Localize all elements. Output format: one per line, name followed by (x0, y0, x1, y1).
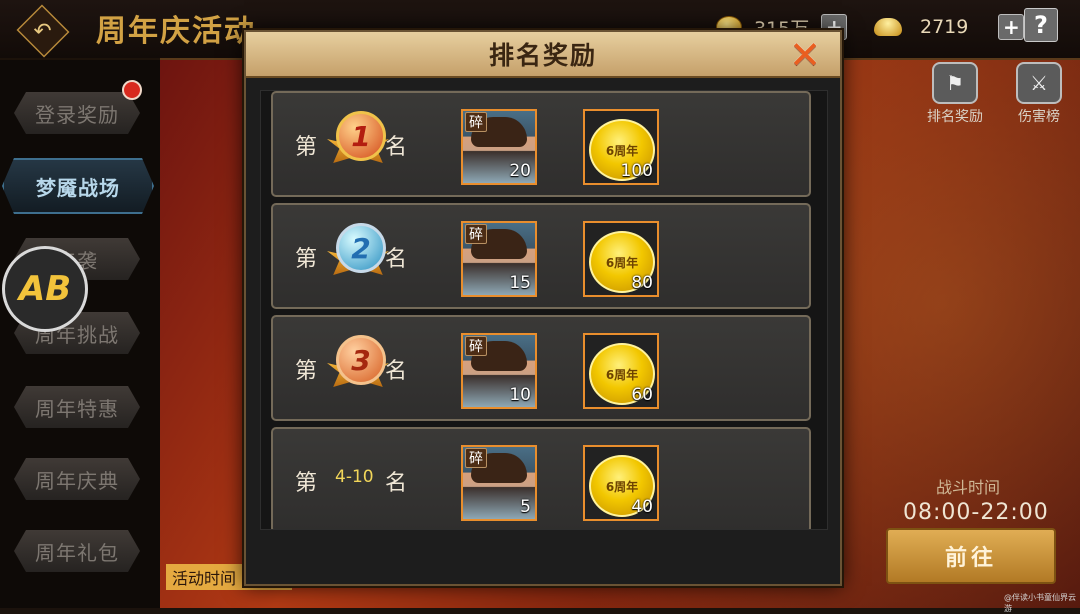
modal-header: 排名奖励 ✕ (246, 32, 840, 78)
rank-prefix: 第 (295, 135, 318, 160)
shard-tag: 碎 (465, 448, 487, 468)
rank-reward-shortcut[interactable]: ⚑ 排名奖励 (920, 62, 990, 125)
shard-tag: 碎 (465, 336, 487, 356)
rank-suffix: 名 (385, 471, 408, 496)
hero-shard-card[interactable]: 碎 15 (461, 221, 537, 297)
hero-shard-card[interactable]: 碎 20 (461, 109, 537, 185)
go-button[interactable]: 前往 (886, 528, 1056, 584)
rank-suffix: 名 (385, 135, 408, 160)
close-button[interactable]: ✕ (782, 33, 828, 77)
hero-shard-qty: 15 (509, 273, 531, 293)
battle-time-value: 08:00-22:00 (903, 500, 1049, 525)
rank-prefix: 第 (295, 359, 318, 384)
rank-reward-shortcut-label: 排名奖励 (927, 109, 983, 125)
ingots-display: 2719 + (874, 12, 1025, 42)
medal-number: 1 (336, 111, 386, 161)
reward-row-rank-2: 第 2 名 碎 15 6周年 80 (271, 203, 811, 309)
sidebar-item-anniversary-celebration[interactable]: 周年庆典 (14, 458, 140, 500)
medal-number: 2 (336, 223, 386, 273)
event-title: 周年庆活动 (96, 14, 256, 49)
reward-row-rank-3: 第 3 名 碎 10 6周年 60 (271, 315, 811, 421)
damage-rank-icon: ⚔ (1016, 62, 1062, 104)
hero-shard-card[interactable]: 碎 10 (461, 333, 537, 409)
rank-suffix: 名 (385, 247, 408, 272)
ab-floating-badge[interactable]: AB (2, 246, 88, 332)
rank-3-medal-icon: 3 (327, 335, 389, 397)
hero-shard-qty: 20 (509, 161, 531, 181)
ingots-value: 2719 (920, 16, 969, 38)
rank-reward-modal: 排名奖励 ✕ 第 1 名 碎 20 6周年 100 第 2 名 碎 15 6周年… (244, 30, 842, 586)
coin-qty: 100 (620, 161, 653, 181)
add-ingots-button[interactable]: + (998, 14, 1025, 40)
shard-tag: 碎 (465, 224, 487, 244)
sidebar-item-login-rewards[interactable]: 登录奖励 (14, 92, 140, 134)
rank-prefix: 第 (295, 247, 318, 272)
damage-rank-shortcut-label: 伤害榜 (1018, 109, 1060, 125)
sidebar-item-nightmare-battlefield[interactable]: 梦魇战场 (2, 158, 154, 214)
back-arrow-icon: ↶ (33, 18, 53, 44)
coin-qty: 60 (631, 385, 653, 405)
battle-time-label: 战斗时间 (936, 478, 1001, 497)
damage-rank-shortcut[interactable]: ⚔ 伤害榜 (1004, 62, 1074, 125)
help-button[interactable]: ? (1024, 8, 1058, 42)
back-button[interactable]: ↶ (16, 4, 70, 58)
hero-shard-qty: 5 (520, 497, 531, 517)
notification-dot (122, 80, 142, 100)
reward-row-rank-4-10: 第 4-10 名 碎 5 6周年 40 (271, 427, 811, 529)
watermark: @伴读小书童仙界云游 (1004, 593, 1076, 613)
coin-qty: 80 (631, 273, 653, 293)
rank-range: 4-10 (335, 467, 374, 487)
anniversary-coin-card[interactable]: 6周年 40 (583, 445, 659, 521)
sidebar: 登录奖励 梦魇战场 来袭 周年挑战 周年特惠 周年庆典 周年礼包 (0, 58, 160, 608)
rank-1-medal-icon: 1 (327, 111, 389, 173)
ingot-icon (874, 18, 902, 36)
coin-qty: 40 (631, 497, 653, 517)
anniversary-coin-card[interactable]: 6周年 60 (583, 333, 659, 409)
rank-reward-icon: ⚑ (932, 62, 978, 104)
shard-tag: 碎 (465, 112, 487, 132)
close-x-icon: ✕ (789, 33, 821, 77)
sidebar-item-anniversary-pack[interactable]: 周年礼包 (14, 530, 140, 572)
anniversary-coin-card[interactable]: 6周年 80 (583, 221, 659, 297)
medal-number: 3 (336, 335, 386, 385)
hero-shard-card[interactable]: 碎 5 (461, 445, 537, 521)
modal-title: 排名奖励 (488, 41, 597, 70)
sidebar-item-anniversary-special[interactable]: 周年特惠 (14, 386, 140, 428)
reward-row-rank-1: 第 1 名 碎 20 6周年 100 (271, 91, 811, 197)
rank-prefix: 第 (295, 471, 318, 496)
hero-shard-qty: 10 (509, 385, 531, 405)
anniversary-coin-card[interactable]: 6周年 100 (583, 109, 659, 185)
rank-2-medal-icon: 2 (327, 223, 389, 285)
reward-list[interactable]: 第 1 名 碎 20 6周年 100 第 2 名 碎 15 6周年 80 第 3… (260, 90, 828, 530)
rank-suffix: 名 (385, 359, 408, 384)
